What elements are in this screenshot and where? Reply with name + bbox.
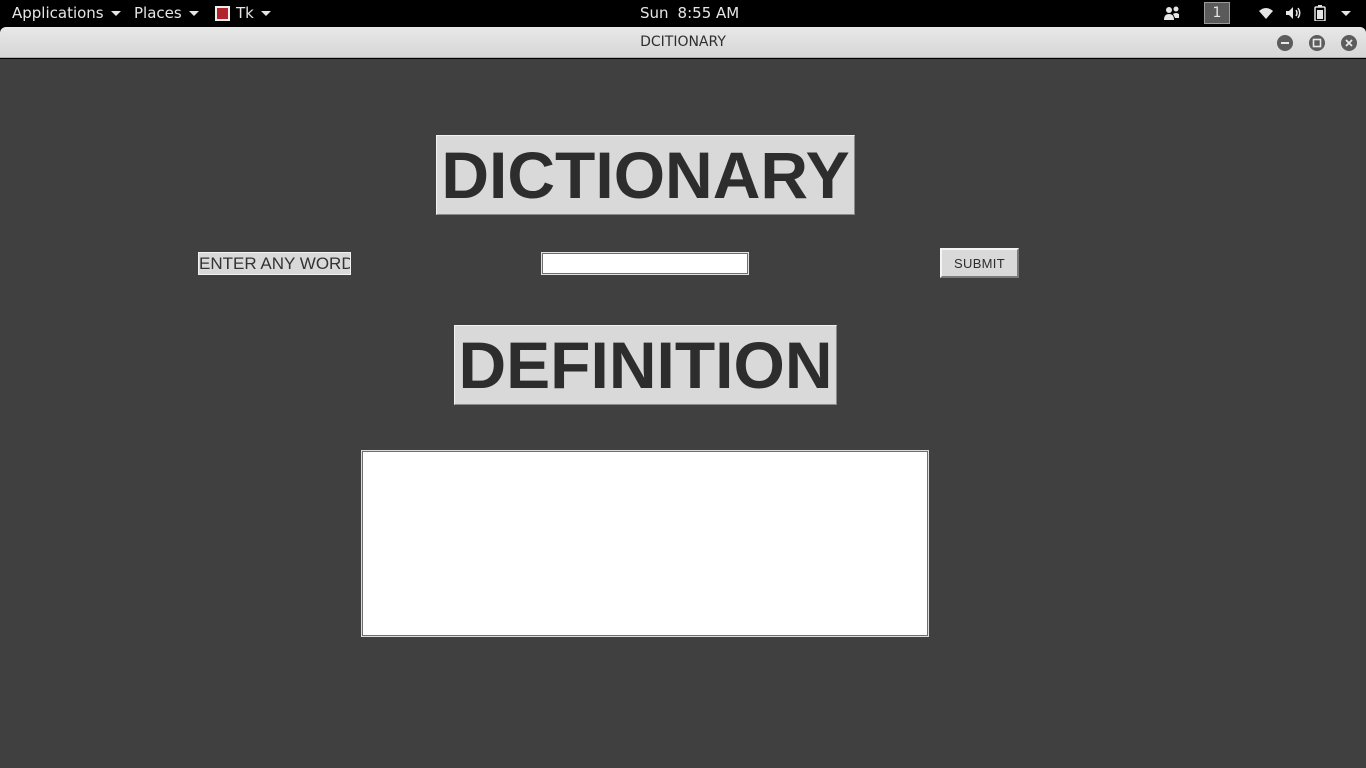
workspace-indicator[interactable]: 1 bbox=[1204, 2, 1230, 24]
window-titlebar[interactable]: DCITIONARY bbox=[0, 27, 1366, 58]
definition-textbox[interactable] bbox=[361, 450, 929, 637]
chevron-down-icon bbox=[188, 10, 199, 16]
tk-app-icon bbox=[215, 5, 230, 21]
chevron-down-icon bbox=[110, 10, 121, 16]
maximize-button[interactable] bbox=[1309, 35, 1325, 51]
clock-day: Sun bbox=[640, 4, 669, 22]
workspace-number: 1 bbox=[1212, 5, 1222, 21]
clock[interactable]: Sun 8:55 AM bbox=[640, 0, 739, 26]
minimize-button[interactable] bbox=[1277, 35, 1293, 51]
dictionary-heading: DICTIONARY bbox=[436, 135, 855, 215]
close-button[interactable] bbox=[1341, 35, 1357, 51]
enter-word-label: ENTER ANY WORD bbox=[198, 252, 351, 275]
window-title: DCITIONARY bbox=[640, 34, 726, 50]
places-menu[interactable]: Places bbox=[134, 0, 199, 26]
wifi-icon[interactable] bbox=[1258, 0, 1274, 26]
minimize-icon bbox=[1281, 42, 1289, 44]
places-menu-label: Places bbox=[134, 4, 182, 22]
system-menu-button[interactable] bbox=[1341, 0, 1351, 26]
app-window-body: DICTIONARY ENTER ANY WORD SUBMIT DEFINIT… bbox=[0, 59, 1366, 768]
app-menu[interactable]: Tk bbox=[215, 0, 271, 26]
volume-icon[interactable] bbox=[1285, 0, 1303, 26]
applications-menu-label: Applications bbox=[12, 4, 104, 22]
chevron-down-icon bbox=[1341, 10, 1351, 16]
word-input[interactable] bbox=[541, 252, 749, 275]
chevron-down-icon bbox=[260, 10, 271, 16]
maximize-icon bbox=[1312, 38, 1322, 48]
battery-icon[interactable] bbox=[1314, 0, 1326, 26]
close-icon bbox=[1345, 39, 1353, 47]
top-panel: Applications Places Tk Sun 8:55 AM 1 bbox=[0, 0, 1366, 26]
definition-heading: DEFINITION bbox=[454, 325, 837, 405]
app-menu-label: Tk bbox=[236, 4, 254, 22]
applications-menu[interactable]: Applications bbox=[12, 0, 121, 26]
clock-time: 8:55 AM bbox=[677, 4, 740, 22]
people-icon[interactable] bbox=[1162, 0, 1182, 26]
submit-button[interactable]: SUBMIT bbox=[940, 248, 1019, 278]
